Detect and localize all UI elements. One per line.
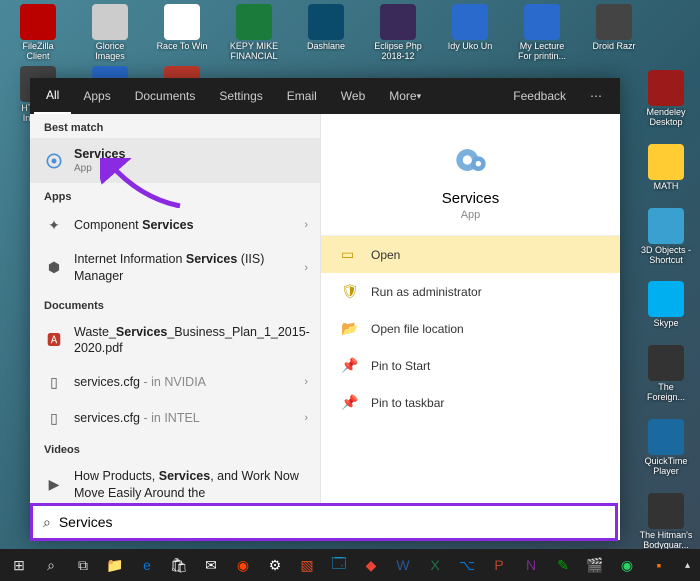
action-icon: 📂 [341, 320, 357, 337]
gear-icon [44, 151, 64, 171]
section-best-match: Best match [30, 114, 320, 138]
iis-icon: ⬢ [44, 258, 64, 278]
search-button[interactable]: ⌕ [36, 551, 66, 579]
taskbar-app[interactable]: e [132, 551, 162, 579]
search-filter-tabs: All Apps Documents Settings Email Web Mo… [30, 78, 620, 114]
result-doc-cfg-intel[interactable]: ▯ services.cfg - in INTEL › [30, 400, 320, 436]
taskbar-app[interactable]: X [420, 551, 450, 579]
taskbar-app[interactable]: ✎ [548, 551, 578, 579]
taskbar-app[interactable]: W [388, 551, 418, 579]
result-iis-manager[interactable]: ⬢ Internet Information Services (IIS) Ma… [30, 243, 320, 292]
taskbar-app[interactable]: ✉ [196, 551, 226, 579]
system-tray[interactable]: ▴ [685, 560, 696, 571]
action-label: Pin to Start [371, 359, 430, 373]
taskbar-app[interactable]: N [516, 551, 546, 579]
taskbar-app[interactable]: 📁 [100, 551, 130, 579]
taskbar-app[interactable]: ◉ [228, 551, 258, 579]
result-best-services[interactable]: Services App [30, 138, 320, 183]
result-title: Services [74, 146, 308, 162]
tray-chevron-icon[interactable]: ▴ [685, 560, 690, 571]
action-label: Open [371, 248, 400, 262]
action-pin-to-start[interactable]: 📌 Pin to Start [321, 347, 620, 384]
tab-all[interactable]: All [34, 78, 71, 114]
action-label: Pin to taskbar [371, 396, 444, 410]
desktop-icon[interactable]: QuickTime Player [638, 419, 694, 477]
result-subtitle: App [74, 162, 308, 175]
component-icon: ✦ [44, 215, 64, 235]
windows-search-bar[interactable]: ⌕ [30, 503, 618, 541]
result-preview-pane: Services App ▭ Open 🛡 Run as administrator 📂… [320, 114, 620, 540]
desktop-icon[interactable]: 3D Objects - Shortcut [638, 208, 694, 266]
result-component-services[interactable]: ✦ Component Services › [30, 207, 320, 243]
desktop-icon[interactable]: FileZilla Client [10, 4, 66, 62]
action-open[interactable]: ▭ Open [321, 236, 620, 273]
section-videos: Videos [30, 436, 320, 460]
result-doc-cfg-nvidia[interactable]: ▯ services.cfg - in NVIDIA › [30, 364, 320, 400]
file-icon: ▯ [44, 408, 64, 428]
action-open-file-location[interactable]: 📂 Open file location [321, 310, 620, 347]
desktop-icon[interactable]: Dashlane [298, 4, 354, 62]
taskbar-app[interactable]: ⌥ [452, 551, 482, 579]
task-view-button[interactable]: ⧉ [68, 551, 98, 579]
desktop-icon[interactable]: Glorice Images [82, 4, 138, 62]
tab-apps[interactable]: Apps [71, 78, 122, 114]
tab-email[interactable]: Email [275, 78, 329, 114]
desktop-icon[interactable]: The Hitman's Bodyguar... [638, 493, 694, 551]
section-documents: Documents [30, 292, 320, 316]
desktop-icon[interactable]: Skype [638, 281, 694, 329]
result-video[interactable]: ▶ How Products, Services, and Work Now M… [30, 460, 320, 509]
tab-web[interactable]: Web [329, 78, 377, 114]
action-icon: ▭ [341, 246, 357, 263]
results-list: Best match Services App Apps ✦ Component… [30, 114, 320, 540]
services-app-icon [449, 138, 493, 182]
result-doc-pdf[interactable]: 🅰 Waste_Services_Business_Plan_1_2015-20… [30, 316, 320, 365]
start-search-panel: All Apps Documents Settings Email Web Mo… [30, 78, 620, 540]
taskbar-app[interactable]: ▪ [644, 551, 674, 579]
action-icon: 🛡 [341, 283, 357, 300]
preview-title: Services [321, 190, 620, 207]
taskbar: ⊞ ⌕ ⧉ 📁 e 🛍 ✉ ◉ ⚙ ▧ 🗔 ◆ W X ⌥ P N ✎ 🎬 ◉ … [0, 549, 700, 581]
chevron-right-icon: › [304, 262, 308, 274]
desktop-icon[interactable]: Droid Razr [586, 4, 642, 62]
taskbar-app[interactable]: ▧ [292, 551, 322, 579]
feedback-link[interactable]: Feedback [501, 78, 578, 114]
pdf-icon: 🅰 [44, 330, 64, 350]
search-input[interactable] [59, 514, 605, 530]
desktop-icon[interactable]: MATH [638, 144, 694, 192]
taskbar-app[interactable]: 🗔 [324, 551, 354, 579]
action-icon: 📌 [341, 394, 357, 411]
desktop-icon[interactable]: The Foreign... [638, 345, 694, 403]
desktop-icon[interactable]: Race To Win [154, 4, 210, 62]
action-icon: 📌 [341, 357, 357, 374]
tab-settings[interactable]: Settings [207, 78, 274, 114]
chevron-right-icon: › [304, 376, 308, 388]
action-pin-to-taskbar[interactable]: 📌 Pin to taskbar [321, 384, 620, 421]
taskbar-app[interactable]: 🛍 [164, 551, 194, 579]
chevron-right-icon: › [304, 412, 308, 424]
action-run-as-administrator[interactable]: 🛡 Run as administrator [321, 273, 620, 310]
desktop-icon[interactable]: Eclipse Php 2018-12 [370, 4, 426, 62]
start-button[interactable]: ⊞ [4, 551, 34, 579]
search-icon: ⌕ [43, 514, 51, 531]
section-apps: Apps [30, 183, 320, 207]
tab-documents[interactable]: Documents [123, 78, 208, 114]
video-icon: ▶ [44, 475, 64, 495]
options-menu[interactable]: ⋯ [578, 78, 616, 114]
preview-subtitle: App [321, 209, 620, 221]
taskbar-app[interactable]: P [484, 551, 514, 579]
desktop-icon[interactable]: Mendeley Desktop [638, 70, 694, 128]
taskbar-app[interactable]: ◉ [612, 551, 642, 579]
taskbar-app[interactable]: ◆ [356, 551, 386, 579]
desktop-icon[interactable]: KEPY MIKE FINANCIAL [226, 4, 282, 62]
desktop-icon[interactable]: Idy Uko Un [442, 4, 498, 62]
taskbar-app[interactable]: ⚙ [260, 551, 290, 579]
tab-more[interactable]: More [377, 78, 433, 114]
taskbar-app[interactable]: 🎬 [580, 551, 610, 579]
action-label: Open file location [371, 322, 464, 336]
desktop-icon[interactable]: My Lecture For printin... [514, 4, 570, 62]
action-label: Run as administrator [371, 285, 482, 299]
file-icon: ▯ [44, 372, 64, 392]
chevron-right-icon: › [304, 219, 308, 231]
